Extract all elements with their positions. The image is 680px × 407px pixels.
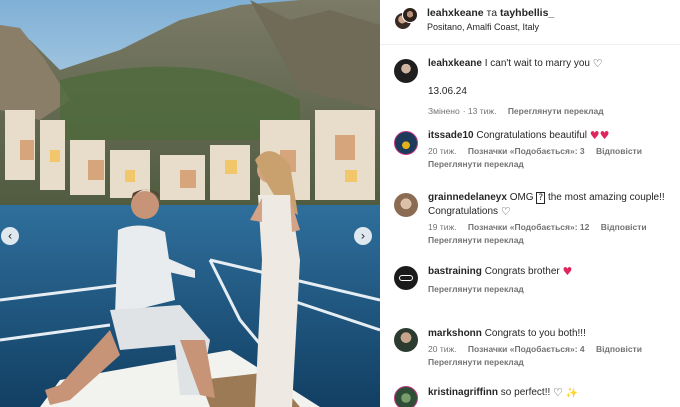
avatar[interactable] xyxy=(394,386,418,407)
comment-text: OMG xyxy=(509,192,534,203)
comment-username[interactable]: bastraining xyxy=(428,266,482,277)
caption-age: · 13 тиж. xyxy=(462,106,497,116)
red-heart-emoji-icon: ♥ xyxy=(589,129,600,142)
edited-label: Змінено xyxy=(428,106,460,116)
post-location[interactable]: Positano, Amalfi Coast, Italy xyxy=(427,22,539,32)
heart-outline-icon: ♡ xyxy=(592,57,603,70)
heart-outline-icon: ♡ xyxy=(553,386,563,399)
post-header: leahxkeane та tayhbellis_ Positano, Amal… xyxy=(380,0,680,45)
reply-button[interactable]: Відповісти xyxy=(596,344,642,354)
avatar[interactable] xyxy=(394,59,418,83)
comment-text: Congrats to you both!!! xyxy=(484,328,586,339)
comment-username[interactable]: leahxkeane xyxy=(428,58,482,69)
heart-outline-icon: ♡ xyxy=(500,205,511,218)
avatar[interactable] xyxy=(394,328,418,352)
previous-photo-button[interactable]: ‹ xyxy=(1,227,19,245)
comment-age[interactable]: 20 тиж. xyxy=(428,344,457,354)
see-translation-button[interactable]: Переглянути переклад xyxy=(508,106,604,116)
reply-button[interactable]: Відповісти xyxy=(601,222,647,232)
avatar[interactable] xyxy=(394,131,418,155)
authors-conjunction: та xyxy=(486,7,498,19)
avatar[interactable] xyxy=(394,266,418,290)
comment-username[interactable]: markshonn xyxy=(428,328,482,339)
comment-age[interactable]: 19 тиж. xyxy=(428,222,457,232)
comments-pane: leahxkeane та tayhbellis_ Positano, Amal… xyxy=(380,0,680,407)
avatar[interactable] xyxy=(394,193,418,217)
comment-age[interactable]: 20 тиж. xyxy=(428,146,457,156)
proposal-photo-image xyxy=(0,0,380,407)
comment-text: so perfect!! xyxy=(500,387,551,398)
comment-username[interactable]: grainnedelaneyx xyxy=(428,192,507,203)
chevron-right-icon: › xyxy=(360,229,366,243)
likes-count[interactable]: Позначки «Подобається»: 3 xyxy=(468,146,585,156)
caption-date: 13.06.24 xyxy=(428,86,467,97)
chevron-left-icon: ‹ xyxy=(7,229,13,243)
unsupported-emoji-icon: ? xyxy=(536,192,546,204)
comment-text: Congrats brother xyxy=(484,266,560,277)
post-photo[interactable]: ‹ › xyxy=(0,0,380,407)
sparkles-emoji-icon: ✨ xyxy=(565,388,579,399)
red-heart-emoji-icon: ♥ xyxy=(562,265,573,278)
author-username-1[interactable]: leahxkeane xyxy=(427,7,484,19)
see-translation-button[interactable]: Переглянути переклад xyxy=(428,283,676,295)
caption-text: I can't wait to marry you xyxy=(484,58,590,69)
comment-username[interactable]: itssade10 xyxy=(428,130,474,141)
post-authors: leahxkeane та tayhbellis_ xyxy=(427,7,554,19)
brand-logo-icon xyxy=(399,275,413,281)
see-translation-button[interactable]: Переглянути переклад xyxy=(428,234,676,246)
likes-count[interactable]: Позначки «Подобається»: 12 xyxy=(468,222,589,232)
red-heart-emoji-icon: ♥ xyxy=(599,129,610,142)
likes-count[interactable]: Позначки «Подобається»: 4 xyxy=(468,344,585,354)
reply-button[interactable]: Відповісти xyxy=(596,146,642,156)
comment-text: Congratulations beautiful xyxy=(476,130,588,141)
next-photo-button[interactable]: › xyxy=(354,227,372,245)
author-username-2[interactable]: tayhbellis_ xyxy=(500,7,554,19)
see-translation-button[interactable]: Переглянути переклад xyxy=(428,356,676,368)
see-translation-button[interactable]: Переглянути переклад xyxy=(428,158,676,170)
author-avatar-2[interactable] xyxy=(402,7,418,23)
comment-username[interactable]: kristinagriffinn xyxy=(428,387,498,398)
